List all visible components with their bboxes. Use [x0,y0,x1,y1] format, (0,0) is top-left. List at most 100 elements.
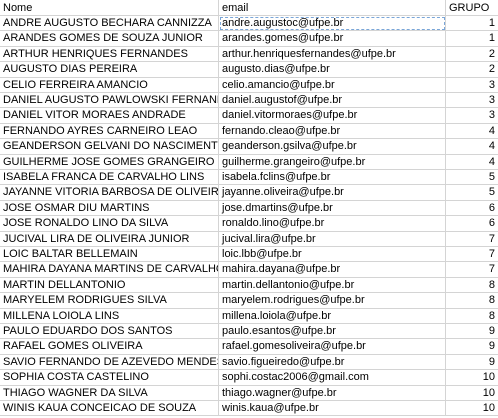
grupo-cell[interactable]: 4 [446,155,498,170]
name-cell[interactable]: THIAGO WAGNER DA SILVA [0,385,219,401]
email-cell[interactable]: rafael.gomesoliveira@ufpe.br [219,339,446,355]
name-cell[interactable]: MAHIRA DAYANA MARTINS DE CARVALHO NASCIM… [0,262,219,278]
email-cell[interactable]: paulo.esantos@ufpe.br [219,324,446,340]
name-cell[interactable]: MILLENA LOIOLA LINS [0,308,219,324]
grupo-cell[interactable]: 2 [446,62,498,78]
name-cell[interactable]: JOSE RONALDO LINO DA SILVA [0,216,219,232]
grupo-cell[interactable]: 6 [446,201,498,217]
name-cell[interactable]: JAYANNE VITORIA BARBOSA DE OLIVEIRA [0,185,219,201]
name-cell[interactable]: JUCIVAL LIRA DE OLIVEIRA JUNIOR [0,231,219,247]
name-cell[interactable]: SAVIO FERNANDO DE AZEVEDO MENDES FIGUEIR… [0,354,219,371]
grupo-cell[interactable]: 7 [446,262,498,278]
header-cell-grupo[interactable]: GRUPO [446,0,498,16]
table-row: FERNANDO AYRES CARNEIRO LEAO fernando.cle… [0,123,498,140]
table-row: JAYANNE VITORIA BARBOSA DE OLIVEIRA jayan… [0,185,498,201]
table-row: MILLENA LOIOLA LINS millena.loiola@ufpe.b… [0,308,498,324]
email-cell[interactable]: isabela.fclins@ufpe.br [219,170,446,186]
email-cell[interactable]: maryelem.rodrigues@ufpe.br [219,293,446,309]
email-cell[interactable]: mahira.dayana@ufpe.br [219,262,446,278]
email-cell[interactable]: millena.loiola@ufpe.br [219,308,446,324]
email-cell[interactable]: daniel.augustof@ufpe.br [219,93,446,109]
email-cell[interactable]: geanderson.gsilva@ufpe.br [219,139,446,155]
name-cell[interactable]: MARTIN DELLANTONIO [0,277,219,294]
table-row: RAFAEL GOMES OLIVEIRA rafael.gomesoliveir… [0,339,498,355]
email-cell[interactable]: daniel.vitormoraes@ufpe.br [219,108,446,124]
grupo-cell[interactable]: 8 [446,278,498,294]
grupo-cell[interactable]: 2 [446,47,498,63]
grupo-cell[interactable]: 7 [446,247,498,263]
grupo-cell[interactable]: 9 [446,355,498,371]
grupo-cell[interactable]: 5 [446,170,498,186]
name-cell[interactable]: FERNANDO AYRES CARNEIRO LEAO [0,123,219,140]
grupo-cell[interactable]: 8 [446,293,498,309]
table-row: THIAGO WAGNER DA SILVA thiago.wagner@ufpe… [0,385,498,401]
grupo-cell[interactable]: 5 [446,185,498,201]
email-cell[interactable]: augusto.dias@ufpe.br [219,62,446,78]
email-cell[interactable]: loic.lbb@ufpe.br [219,247,446,263]
grupo-cell[interactable]: 4 [446,139,498,155]
grupo-cell[interactable]: 3 [446,93,498,109]
name-cell[interactable]: AUGUSTO DIAS PEREIRA [0,62,219,78]
table-row: JOSE RONALDO LINO DA SILVA ronaldo.lino@u… [0,216,498,232]
email-cell[interactable]: celio.amancio@ufpe.br [219,77,446,93]
table-row: JUCIVAL LIRA DE OLIVEIRA JUNIOR jucival.l… [0,231,498,247]
email-cell[interactable]: arthur.henriquesfernandes@ufpe.br [219,46,446,63]
grupo-cell[interactable]: 9 [446,339,498,355]
email-cell[interactable]: jucival.lira@ufpe.br [219,231,446,247]
name-cell[interactable]: DANIEL VITOR MORAES ANDRADE [0,108,219,124]
name-cell[interactable]: JOSE OSMAR DIU MARTINS [0,200,219,217]
name-cell[interactable]: RAFAEL GOMES OLIVEIRA [0,339,219,355]
email-cell[interactable]: ronaldo.lino@ufpe.br [219,216,446,232]
grupo-cell[interactable]: 10 [446,370,498,386]
table-row: WINIS KAUA CONCEICAO DE SOUZA winis.kaua@… [0,401,498,417]
name-cell[interactable]: CELIO FERREIRA AMANCIO [0,77,219,93]
grupo-cell[interactable]: 4 [446,124,498,140]
table-row: MARYELEM RODRIGUES SILVA maryelem.rodrigu… [0,293,498,309]
name-cell[interactable]: WINIS KAUA CONCEICAO DE SOUZA [0,401,219,417]
table-row: DANIEL AUGUSTO PAWLOWSKI FERNANDES daniel… [0,93,498,109]
name-cell[interactable]: DANIEL AUGUSTO PAWLOWSKI FERNANDES [0,93,219,109]
email-cell[interactable]: jayanne.oliveira@ufpe.br [219,185,446,201]
header-cell-email[interactable]: email [219,0,446,16]
email-cell[interactable]: winis.kaua@ufpe.br [219,401,446,417]
email-cell[interactable]: fernando.cleao@ufpe.br [219,123,446,140]
name-cell[interactable]: ARANDES GOMES DE SOUZA JUNIOR [0,31,219,47]
grupo-cell[interactable]: 10 [446,386,498,401]
name-cell[interactable]: ANDRE AUGUSTO BECHARA CANNIZZA [0,16,219,32]
table-row: SAVIO FERNANDO DE AZEVEDO MENDES FIGUEIR… [0,354,498,371]
table-row: DANIEL VITOR MORAES ANDRADE daniel.vitorm… [0,108,498,124]
grupo-cell[interactable]: 1 [446,16,498,32]
email-cell[interactable]: arandes.gomes@ufpe.br [219,31,446,47]
grupo-cell[interactable]: 9 [446,324,498,340]
email-cell[interactable]: martin.dellantonio@ufpe.br [219,277,446,294]
name-cell[interactable]: MARYELEM RODRIGUES SILVA [0,293,219,309]
name-cell[interactable]: ARTHUR HENRIQUES FERNANDES [0,46,219,63]
email-cell[interactable]: andre.augustoc@ufpe.br [219,16,446,32]
email-cell[interactable]: savio.figueiredo@ufpe.br [219,354,446,371]
name-cell[interactable]: SOPHIA COSTA CASTELINO [0,370,219,386]
grupo-cell[interactable]: 10 [446,401,498,417]
table-row: AUGUSTO DIAS PEREIRA augusto.dias@ufpe.br… [0,62,498,78]
email-cell[interactable]: sophi.costac2006@gmail.com [219,370,446,386]
name-cell[interactable]: LOIC BALTAR BELLEMAIN [0,247,219,263]
grupo-cell[interactable]: 8 [446,309,498,324]
email-cell[interactable]: guilherme.grangeiro@ufpe.br [219,154,446,170]
name-cell[interactable]: GEANDERSON GELVANI DO NASCIMENTO SILVA [0,139,219,155]
header-cell-nome[interactable]: Nome [0,0,219,16]
grupo-cell[interactable]: 1 [446,31,498,47]
email-cell[interactable]: jose.dmartins@ufpe.br [219,200,446,217]
email-cell[interactable]: thiago.wagner@ufpe.br [219,385,446,401]
grupo-cell[interactable]: 3 [446,78,498,93]
table-row: GUILHERME JOSE GOMES GRANGEIRO guilherme.… [0,154,498,170]
name-cell[interactable]: ISABELA FRANCA DE CARVALHO LINS [0,170,219,186]
name-cell[interactable]: GUILHERME JOSE GOMES GRANGEIRO [0,154,219,170]
table-row: CELIO FERREIRA AMANCIO celio.amancio@ufpe… [0,77,498,93]
grupo-cell[interactable]: 7 [446,232,498,247]
table-row: LOIC BALTAR BELLEMAIN loic.lbb@ufpe.br 7 [0,247,498,263]
table-row: ANDRE AUGUSTO BECHARA CANNIZZA andre.augu… [0,16,498,32]
table-row: MARTIN DELLANTONIO martin.dellantonio@ufp… [0,277,498,294]
table-row: ARANDES GOMES DE SOUZA JUNIOR arandes.gom… [0,31,498,47]
name-cell[interactable]: PAULO EDUARDO DOS SANTOS [0,324,219,340]
grupo-cell[interactable]: 3 [446,108,498,124]
grupo-cell[interactable]: 6 [446,216,498,232]
